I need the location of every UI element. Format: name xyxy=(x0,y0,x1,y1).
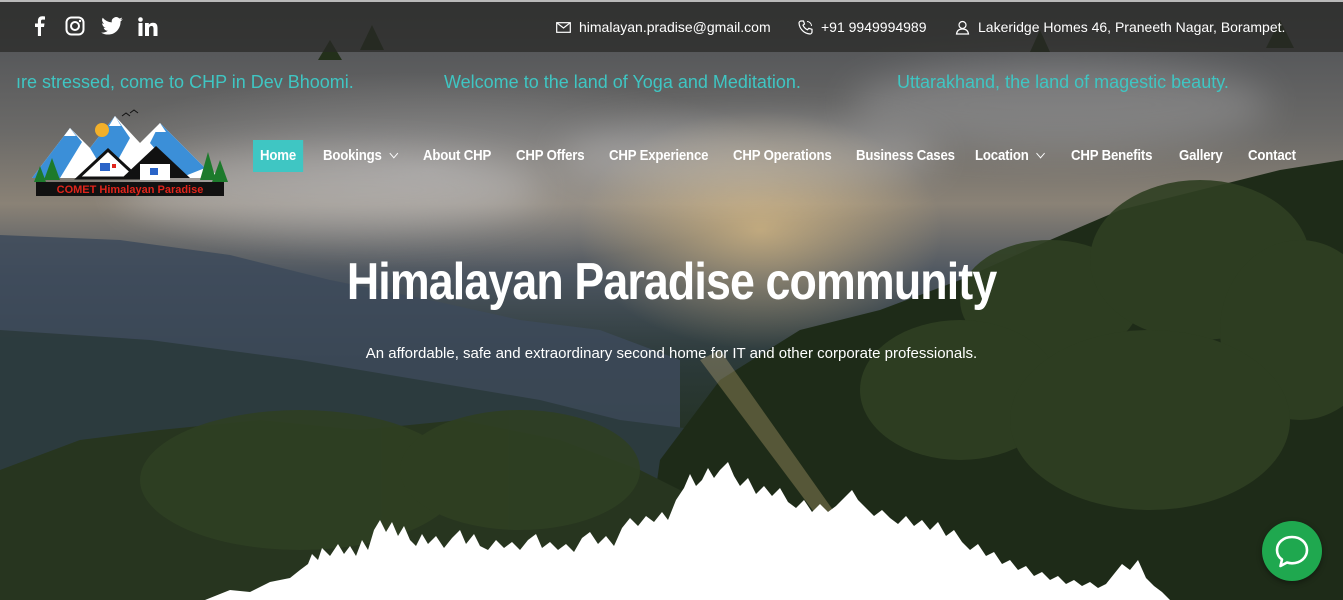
nav-contact-label: Contact xyxy=(1248,147,1296,164)
address-contact[interactable]: Lakeridge Homes 46, Praneeth Nagar, Bora… xyxy=(955,19,1285,35)
phone-text: +91 9949994989 xyxy=(821,19,927,35)
nav-location[interactable]: Location xyxy=(975,140,1045,172)
nav-about[interactable]: About CHP xyxy=(423,140,491,172)
nav-location-label: Location xyxy=(975,147,1029,164)
nav-offers[interactable]: CHP Offers xyxy=(516,140,585,172)
nav-experience-label: CHP Experience xyxy=(609,147,709,164)
nav-bookings-label: Bookings xyxy=(323,147,382,164)
nav-operations[interactable]: CHP Operations xyxy=(733,140,832,172)
nav-about-label: About CHP xyxy=(423,147,492,164)
nav-benefits-label: CHP Benefits xyxy=(1071,147,1153,164)
facebook-icon[interactable] xyxy=(32,16,46,36)
user-location-icon xyxy=(955,20,970,35)
logo-text: COMET Himalayan Paradise xyxy=(57,184,204,196)
nav-experience[interactable]: CHP Experience xyxy=(609,140,708,172)
phone-contact[interactable]: +91 9949994989 xyxy=(798,19,927,35)
chevron-down-icon xyxy=(1036,148,1045,159)
marquee-item: ıre stressed, come to CHP in Dev Bhoomi. xyxy=(16,72,354,92)
marquee-item: Uttarakhand, the land of magestic beauty… xyxy=(897,72,1229,92)
nav-business-cases-label: Business Cases xyxy=(856,147,955,164)
chat-button[interactable] xyxy=(1262,521,1322,581)
twitter-icon[interactable] xyxy=(101,17,123,35)
nav-contact[interactable]: Contact xyxy=(1248,140,1296,172)
nav-bookings[interactable]: Bookings xyxy=(323,140,398,172)
linkedin-icon[interactable] xyxy=(138,17,158,36)
nav-home-label: Home xyxy=(260,147,297,164)
instagram-icon[interactable] xyxy=(65,16,85,36)
email-contact[interactable]: himalayan.pradise@gmail.com xyxy=(556,19,771,35)
nav-operations-label: CHP Operations xyxy=(733,147,832,164)
address-text: Lakeridge Homes 46, Praneeth Nagar, Bora… xyxy=(978,19,1286,35)
envelope-icon xyxy=(556,21,571,33)
nav-business-cases[interactable]: Business Cases xyxy=(856,140,955,172)
phone-icon xyxy=(798,19,813,35)
nav-gallery-label: Gallery xyxy=(1179,147,1223,164)
top-info-bar: himalayan.pradise@gmail.com +91 99499949… xyxy=(0,0,1343,52)
chevron-down-icon xyxy=(389,148,398,159)
nav-gallery[interactable]: Gallery xyxy=(1179,140,1223,172)
marquee-item: Welcome to the land of Yoga and Meditati… xyxy=(444,72,801,92)
chat-bubble-icon xyxy=(1275,535,1309,568)
nav-benefits[interactable]: CHP Benefits xyxy=(1071,140,1152,172)
email-text: himalayan.pradise@gmail.com xyxy=(579,19,771,35)
hero-title: Himalayan Paradise community xyxy=(346,253,997,311)
hero-subtitle: An affordable, safe and extraordinary se… xyxy=(365,345,978,362)
site-logo[interactable]: COMET Himalayan Paradise xyxy=(30,108,230,200)
nav-offers-label: CHP Offers xyxy=(516,147,585,164)
nav-home[interactable]: Home xyxy=(253,140,304,172)
forest-silhouette xyxy=(205,462,1170,600)
